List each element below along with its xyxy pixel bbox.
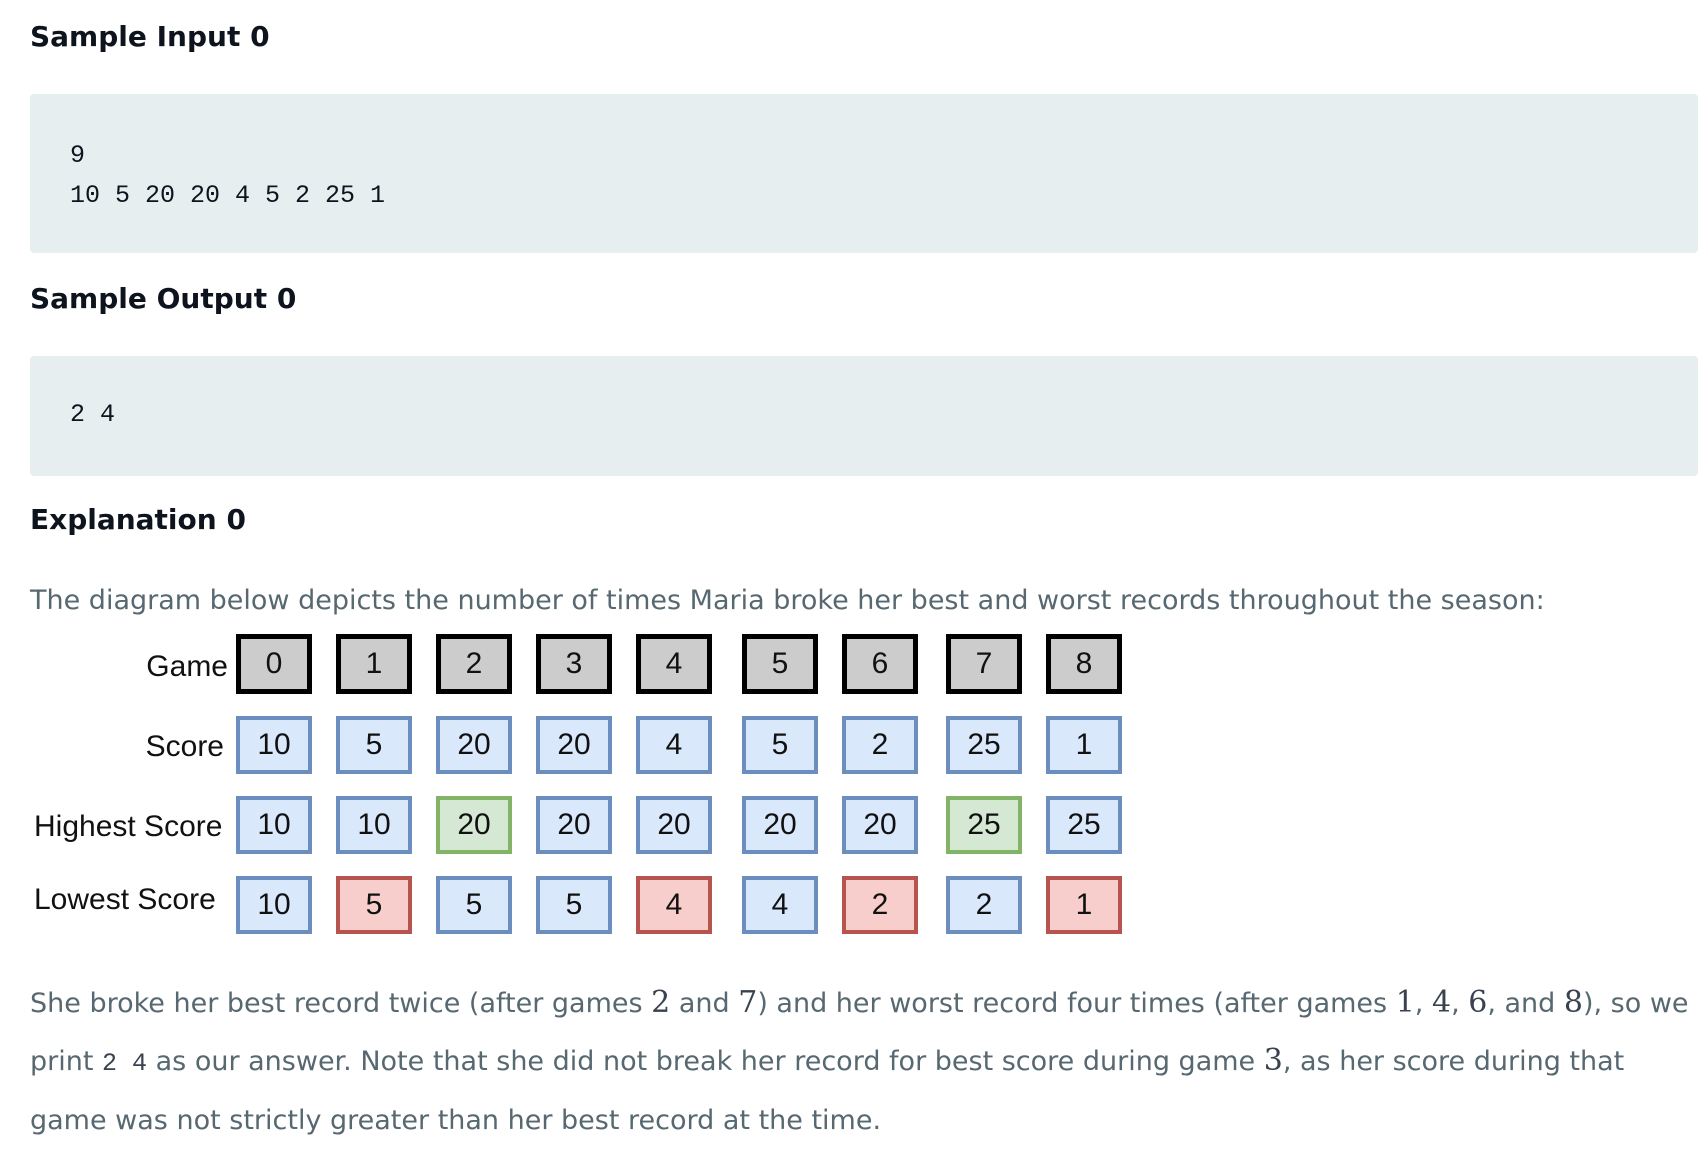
math-number: 7 xyxy=(738,985,758,1020)
sample-output-heading: Sample Output 0 xyxy=(30,282,297,315)
highest-cell: 25 xyxy=(946,796,1022,854)
game-cell: 8 xyxy=(1046,634,1122,694)
highest-cell: 20 xyxy=(842,796,918,854)
math-number: 3 xyxy=(1263,1043,1283,1078)
math-number: 2 xyxy=(651,985,671,1020)
score-cell: 5 xyxy=(742,716,818,774)
sample-input-block: 9 10 5 20 20 4 5 2 25 1 xyxy=(30,94,1698,253)
explanation-intro: The diagram below depicts the number of … xyxy=(30,585,1545,616)
lowest-cell: 5 xyxy=(536,876,612,934)
highest-cell: 10 xyxy=(236,796,312,854)
lowest-cell: 2 xyxy=(842,876,918,934)
game-cell: 4 xyxy=(636,634,712,694)
highest-cell: 20 xyxy=(436,796,512,854)
game-cell: 7 xyxy=(946,634,1022,694)
highest-cell: 25 xyxy=(1046,796,1122,854)
sample-output-block: 2 4 xyxy=(30,356,1698,476)
lowest-cell: 5 xyxy=(436,876,512,934)
game-cell: 5 xyxy=(742,634,818,694)
sample-input-line: 9 xyxy=(70,141,86,170)
lowest-cell: 5 xyxy=(336,876,412,934)
lowest-cell: 2 xyxy=(946,876,1022,934)
row-label-score: Score xyxy=(145,730,224,763)
row-label-game: Game xyxy=(146,650,228,683)
inline-code: 2 4 xyxy=(102,1049,148,1078)
score-cell: 20 xyxy=(436,716,512,774)
score-cell: 25 xyxy=(946,716,1022,774)
sample-input-heading: Sample Input 0 xyxy=(30,20,270,53)
game-cell: 2 xyxy=(436,634,512,694)
highest-cell: 20 xyxy=(742,796,818,854)
lowest-cell: 4 xyxy=(742,876,818,934)
records-diagram: Game 0 1 2 3 4 5 6 7 8 Score 10 5 20 20 4 5 2 25 1 Highest S… xyxy=(30,634,1140,946)
sample-input-line: 10 5 20 20 4 5 2 25 1 xyxy=(70,181,386,210)
score-cell: 1 xyxy=(1046,716,1122,774)
highest-cell: 20 xyxy=(536,796,612,854)
score-cell: 5 xyxy=(336,716,412,774)
score-cell: 20 xyxy=(536,716,612,774)
row-label-lowest: Lowest Score xyxy=(34,883,216,916)
game-cell: 1 xyxy=(336,634,412,694)
math-number: 4 xyxy=(1431,985,1452,1020)
math-number: 1 xyxy=(1395,985,1415,1020)
row-label-highest: Highest Score xyxy=(34,810,223,843)
lowest-cell: 4 xyxy=(636,876,712,934)
explanation-conclusion: She broke her best record twice (after g… xyxy=(30,985,1689,1136)
game-cell: 6 xyxy=(842,634,918,694)
game-cell: 0 xyxy=(236,634,312,694)
lowest-cell: 10 xyxy=(236,876,312,934)
sample-output-line: 2 4 xyxy=(70,400,116,429)
math-number: 6 xyxy=(1468,985,1488,1020)
math-number: 8 xyxy=(1563,985,1583,1020)
score-cell: 10 xyxy=(236,716,312,774)
score-cell: 2 xyxy=(842,716,918,774)
game-cell: 3 xyxy=(536,634,612,694)
lowest-cell: 1 xyxy=(1046,876,1122,934)
score-cell: 4 xyxy=(636,716,712,774)
highest-cell: 10 xyxy=(336,796,412,854)
explanation-heading: Explanation 0 xyxy=(30,503,246,536)
highest-cell: 20 xyxy=(636,796,712,854)
